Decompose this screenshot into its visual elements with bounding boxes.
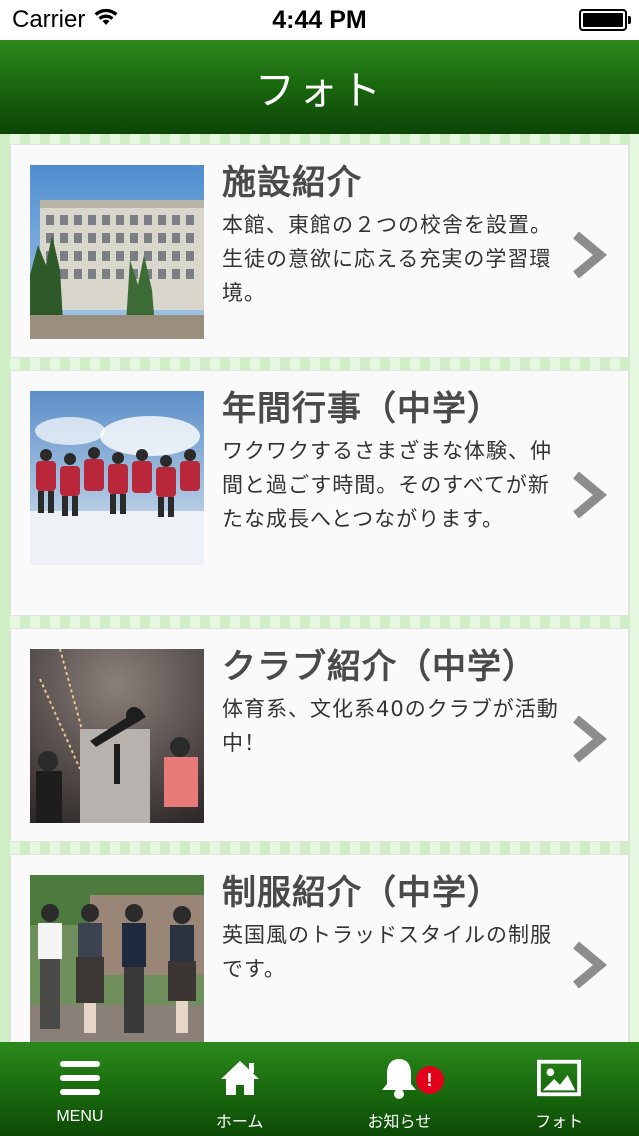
card-title: クラブ紹介（中学） [222, 647, 537, 687]
hamburger-icon [58, 1056, 102, 1100]
chevron-right-icon [573, 715, 608, 763]
notification-badge: ! [415, 1066, 444, 1094]
card-description: 体育系、文化系40のクラブが活動中！ [222, 697, 559, 755]
list-item-clubs[interactable]: クラブ紹介（中学） 体育系、文化系40のクラブが活動中！ [10, 628, 629, 842]
card-text: 施設紹介 本館、東館の２つの校舎を設置。生徒の意欲に応える充実の学習環境。 [222, 163, 562, 357]
card-title: 年間行事（中学） [222, 389, 502, 429]
uniform-students-thumbnail [30, 875, 204, 1042]
card-description: 英国風のトラッドスタイルの制服です。 [222, 923, 552, 981]
tab-label: フォト [535, 1114, 584, 1131]
card-title: 制服紹介（中学） [222, 873, 502, 913]
status-bar: Carrier 4:44 PM [0, 0, 639, 40]
tab-home[interactable]: ホーム [160, 1042, 320, 1136]
page-title: フォト [255, 68, 384, 114]
chevron-right-icon [573, 231, 608, 279]
card-description: ワクワクするさまざまな体験、仲間と過ごす時間。そのすべてが新たな成長へとつながり… [222, 439, 552, 531]
list-item-facilities[interactable]: 施設紹介 本館、東館の２つの校舎を設置。生徒の意欲に応える充実の学習環境。 [10, 144, 629, 358]
tab-bar: MENU ホーム ! お知らせ フォト [0, 1042, 639, 1136]
tab-label: MENU [56, 1108, 104, 1125]
card-text: 制服紹介（中学） 英国風のトラッドスタイルの制服です。 [222, 873, 562, 1042]
card-description: 本館、東館の２つの校舎を設置。生徒の意欲に応える充実の学習環境。 [222, 213, 552, 305]
card-text: 年間行事（中学） ワクワクするさまざまな体験、仲間と過ごす時間。そのすべてが新た… [222, 389, 562, 615]
card-title: 施設紹介 [222, 163, 362, 203]
students-jumping-thumbnail [30, 391, 204, 565]
tab-label: お知らせ [367, 1114, 432, 1131]
tab-menu[interactable]: MENU [0, 1042, 160, 1136]
chevron-right-icon [573, 941, 608, 989]
photo-icon [537, 1056, 582, 1100]
chevron-right-icon [573, 471, 608, 519]
card-text: クラブ紹介（中学） 体育系、文化系40のクラブが活動中！ [222, 647, 562, 841]
battery-icon [579, 9, 631, 31]
wifi-icon [93, 6, 119, 34]
nav-bar: フォト [0, 40, 639, 134]
carrier-label: Carrier [12, 6, 86, 33]
school-building-thumbnail [30, 165, 204, 339]
home-icon [218, 1056, 262, 1100]
tab-label: ホーム [215, 1114, 264, 1131]
planetarium-thumbnail [30, 649, 204, 823]
status-left: Carrier [12, 6, 119, 34]
tab-notifications[interactable]: ! お知らせ [320, 1042, 480, 1136]
list-item-uniforms[interactable]: 制服紹介（中学） 英国風のトラッドスタイルの制服です。 [10, 854, 629, 1042]
bell-icon [377, 1056, 421, 1100]
tab-photo[interactable]: フォト [479, 1042, 639, 1136]
photo-category-list: 施設紹介 本館、東館の２つの校舎を設置。生徒の意欲に応える充実の学習環境。 年間… [0, 134, 639, 1042]
list-item-annual-events[interactable]: 年間行事（中学） ワクワクするさまざまな体験、仲間と過ごす時間。そのすべてが新た… [10, 370, 629, 616]
